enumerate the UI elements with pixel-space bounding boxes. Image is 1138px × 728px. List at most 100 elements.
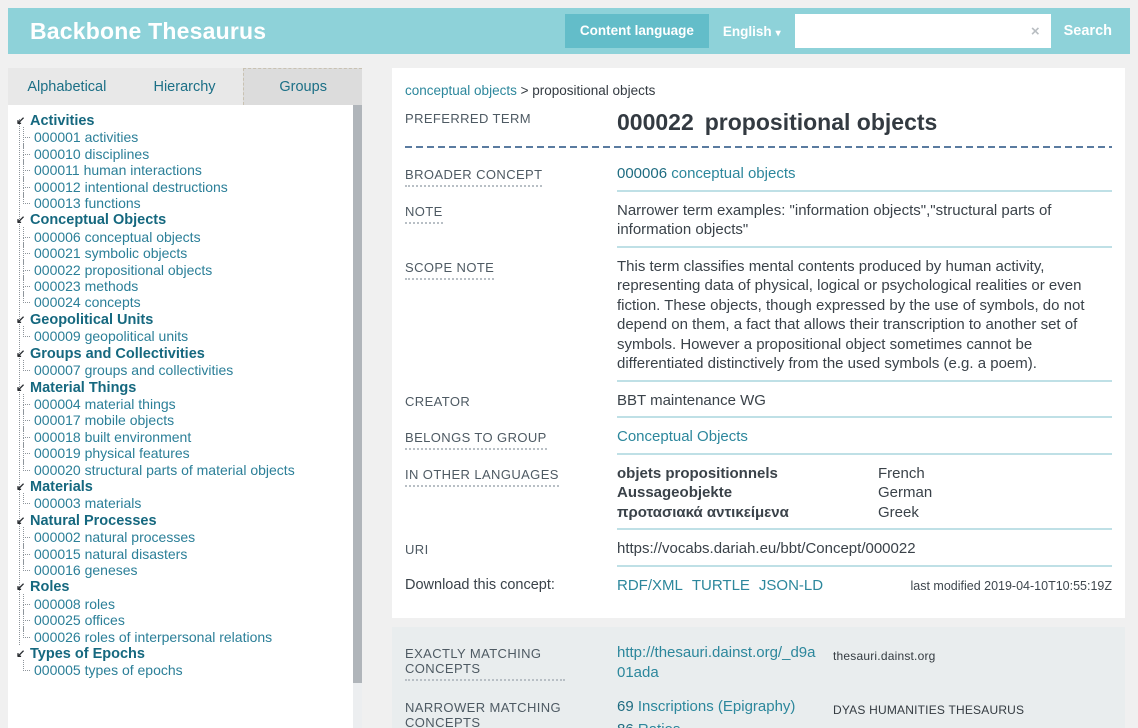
download-label: Download this concept: bbox=[405, 576, 617, 593]
tree-item: 000004 material things bbox=[22, 396, 348, 412]
tree-item-link[interactable]: 000019 physical features bbox=[34, 445, 190, 461]
tree-item: 000026 roles of interpersonal relations bbox=[22, 629, 348, 645]
tree-item-link[interactable]: 000023 methods bbox=[34, 278, 138, 294]
tree-children: 000005 types of epochs bbox=[22, 662, 348, 678]
narrower-match-link[interactable]: 69 Inscriptions (Epigraphy) bbox=[617, 697, 817, 717]
language-name: French bbox=[878, 464, 1112, 484]
search-input[interactable] bbox=[795, 14, 1020, 48]
tree-item-link[interactable]: 000005 types of epochs bbox=[34, 662, 183, 678]
tree-item-link[interactable]: 000008 roles bbox=[34, 596, 115, 612]
tree-item-link[interactable]: 000020 structural parts of material obje… bbox=[34, 462, 295, 478]
header-controls: Content language English▾ × Search bbox=[565, 14, 1112, 48]
tree-item-link[interactable]: 000024 concepts bbox=[34, 294, 141, 310]
tree-group[interactable]: ↙Materials bbox=[16, 478, 348, 495]
tab-alphabetical[interactable]: Alphabetical bbox=[8, 68, 126, 105]
tree-item: 000011 human interactions bbox=[22, 162, 348, 178]
sidebar-tabs: AlphabeticalHierarchyGroups bbox=[8, 68, 362, 105]
dashed-divider bbox=[405, 146, 1112, 148]
tree-group[interactable]: ↙Roles bbox=[16, 578, 348, 595]
tree-item: 000010 disciplines bbox=[22, 146, 348, 162]
tree-item-link[interactable]: 000015 natural disasters bbox=[34, 546, 187, 562]
exact-match-link[interactable]: http://thesauri.dainst.org/_d9a01ada bbox=[617, 643, 817, 683]
tree-group-label[interactable]: Conceptual Objects bbox=[30, 212, 166, 228]
tree-group-label[interactable]: Natural Processes bbox=[30, 513, 157, 529]
clear-search-icon[interactable]: × bbox=[1020, 23, 1051, 40]
tree-item-link[interactable]: 000011 human interactions bbox=[34, 162, 202, 178]
tab-hierarchy[interactable]: Hierarchy bbox=[126, 68, 244, 105]
tree-panel: ↙Activities000001 activities000010 disci… bbox=[8, 105, 362, 728]
tree-group-label[interactable]: Materials bbox=[30, 479, 93, 495]
tree-item-link[interactable]: 000003 materials bbox=[34, 495, 141, 511]
belongs-to-group-label: BELONGS TO GROUP bbox=[405, 427, 617, 450]
tree-item-link[interactable]: 000018 built environment bbox=[34, 429, 191, 445]
tree-item: 000020 structural parts of material obje… bbox=[22, 462, 348, 478]
search-button[interactable]: Search bbox=[1051, 14, 1112, 48]
tree-item-link[interactable]: 000007 groups and collectivities bbox=[34, 362, 233, 378]
matching-section: EXACTLY MATCHING CONCEPTS http://thesaur… bbox=[392, 627, 1125, 728]
tree-children: 000003 materials bbox=[22, 495, 348, 511]
content-column: conceptual objects > propositional objec… bbox=[392, 68, 1125, 728]
tree-item-link[interactable]: 000004 material things bbox=[34, 396, 176, 412]
languages-list: objets propositionnelsFrenchAussageobjek… bbox=[617, 464, 1112, 531]
app-title: Backbone Thesaurus bbox=[30, 18, 266, 45]
tree-item: 000021 symbolic objects bbox=[22, 245, 348, 261]
belongs-to-group-link[interactable]: Conceptual Objects bbox=[617, 428, 748, 445]
tree-item-link[interactable]: 000010 disciplines bbox=[34, 146, 149, 162]
concept-panel: conceptual objects > propositional objec… bbox=[392, 68, 1125, 618]
tree-item-link[interactable]: 000009 geopolitical units bbox=[34, 328, 188, 344]
tree-group[interactable]: ↙Activities bbox=[16, 112, 348, 129]
last-modified: last modified 2019-04-10T10:55:19Z bbox=[910, 577, 1112, 597]
broader-concept-link[interactable]: conceptual objects bbox=[671, 165, 795, 182]
exactly-matching-label: EXACTLY MATCHING CONCEPTS bbox=[405, 643, 617, 681]
note-row: NOTE Narrower term examples: "informatio… bbox=[405, 201, 1112, 257]
tree-item-link[interactable]: 000017 mobile objects bbox=[34, 412, 174, 428]
note-label: NOTE bbox=[405, 201, 617, 224]
tree-group[interactable]: ↙Types of Epochs bbox=[16, 645, 348, 662]
scope-note-value: This term classifies mental contents pro… bbox=[617, 257, 1112, 382]
narrower-match-item: 86 RatiosDYAS HUMANITIES THESAURUS bbox=[617, 720, 1112, 728]
narrower-match-item: 69 Inscriptions (Epigraphy)DYAS HUMANITI… bbox=[617, 697, 1112, 720]
download-format-link[interactable]: TURTLE bbox=[692, 576, 750, 596]
tree-item-link[interactable]: 000002 natural processes bbox=[34, 529, 195, 545]
tree-group-label[interactable]: Groups and Collectivities bbox=[30, 346, 205, 362]
tree-group-label[interactable]: Material Things bbox=[30, 380, 136, 396]
tree-group-label[interactable]: Geopolitical Units bbox=[30, 312, 153, 328]
language-entry: objets propositionnelsFrench bbox=[617, 464, 1112, 484]
sidebar-scrollbar-thumb[interactable] bbox=[353, 105, 362, 683]
tree-item-link[interactable]: 000026 roles of interpersonal relations bbox=[34, 629, 272, 645]
tab-groups[interactable]: Groups bbox=[243, 68, 362, 105]
language-term: objets propositionnels bbox=[617, 464, 878, 484]
download-format-link[interactable]: RDF/XML bbox=[617, 576, 683, 596]
tree-group[interactable]: ↙Geopolitical Units bbox=[16, 311, 348, 328]
narrower-matching-row: NARROWER MATCHING CONCEPTS 69 Inscriptio… bbox=[405, 697, 1112, 728]
download-format-link[interactable]: JSON-LD bbox=[759, 576, 823, 596]
tree-group[interactable]: ↙Conceptual Objects bbox=[16, 211, 348, 228]
note-value: Narrower term examples: "information obj… bbox=[617, 201, 1112, 248]
tree-group-label[interactable]: Roles bbox=[30, 579, 70, 595]
tree-item-link[interactable]: 000012 intentional destructions bbox=[34, 179, 228, 195]
tree-group[interactable]: ↙Natural Processes bbox=[16, 512, 348, 529]
chevron-down-icon: ▾ bbox=[776, 28, 781, 39]
tree-group-label[interactable]: Types of Epochs bbox=[30, 646, 145, 662]
language-dropdown[interactable]: English▾ bbox=[723, 24, 781, 39]
tree-item-link[interactable]: 000025 offices bbox=[34, 612, 125, 628]
uri-row: URI https://vocabs.dariah.eu/bbt/Concept… bbox=[405, 539, 1112, 576]
tree-item-link[interactable]: 000021 symbolic objects bbox=[34, 245, 187, 261]
tree-item-link[interactable]: 000016 geneses bbox=[34, 562, 138, 578]
tree-item: 000019 physical features bbox=[22, 445, 348, 461]
tree-item-link[interactable]: 000022 propositional objects bbox=[34, 262, 212, 278]
tree-group-label[interactable]: Activities bbox=[30, 113, 94, 129]
tree-item: 000015 natural disasters bbox=[22, 546, 348, 562]
tree-item-link[interactable]: 000001 activities bbox=[34, 129, 138, 145]
language-name: German bbox=[878, 483, 1112, 503]
tree-group[interactable]: ↙Material Things bbox=[16, 379, 348, 396]
tree-item-link[interactable]: 000013 functions bbox=[34, 195, 141, 211]
breadcrumb-parent-link[interactable]: conceptual objects bbox=[405, 83, 517, 98]
sidebar-scrollbar-track[interactable] bbox=[353, 105, 362, 728]
tree-item: 000009 geopolitical units bbox=[22, 328, 348, 344]
narrower-match-code: 86 bbox=[617, 721, 638, 728]
narrower-match-link[interactable]: 86 Ratios bbox=[617, 720, 817, 728]
content-language-button[interactable]: Content language bbox=[565, 14, 709, 48]
tree-item-link[interactable]: 000006 conceptual objects bbox=[34, 229, 201, 245]
tree-group[interactable]: ↙Groups and Collectivities bbox=[16, 345, 348, 362]
